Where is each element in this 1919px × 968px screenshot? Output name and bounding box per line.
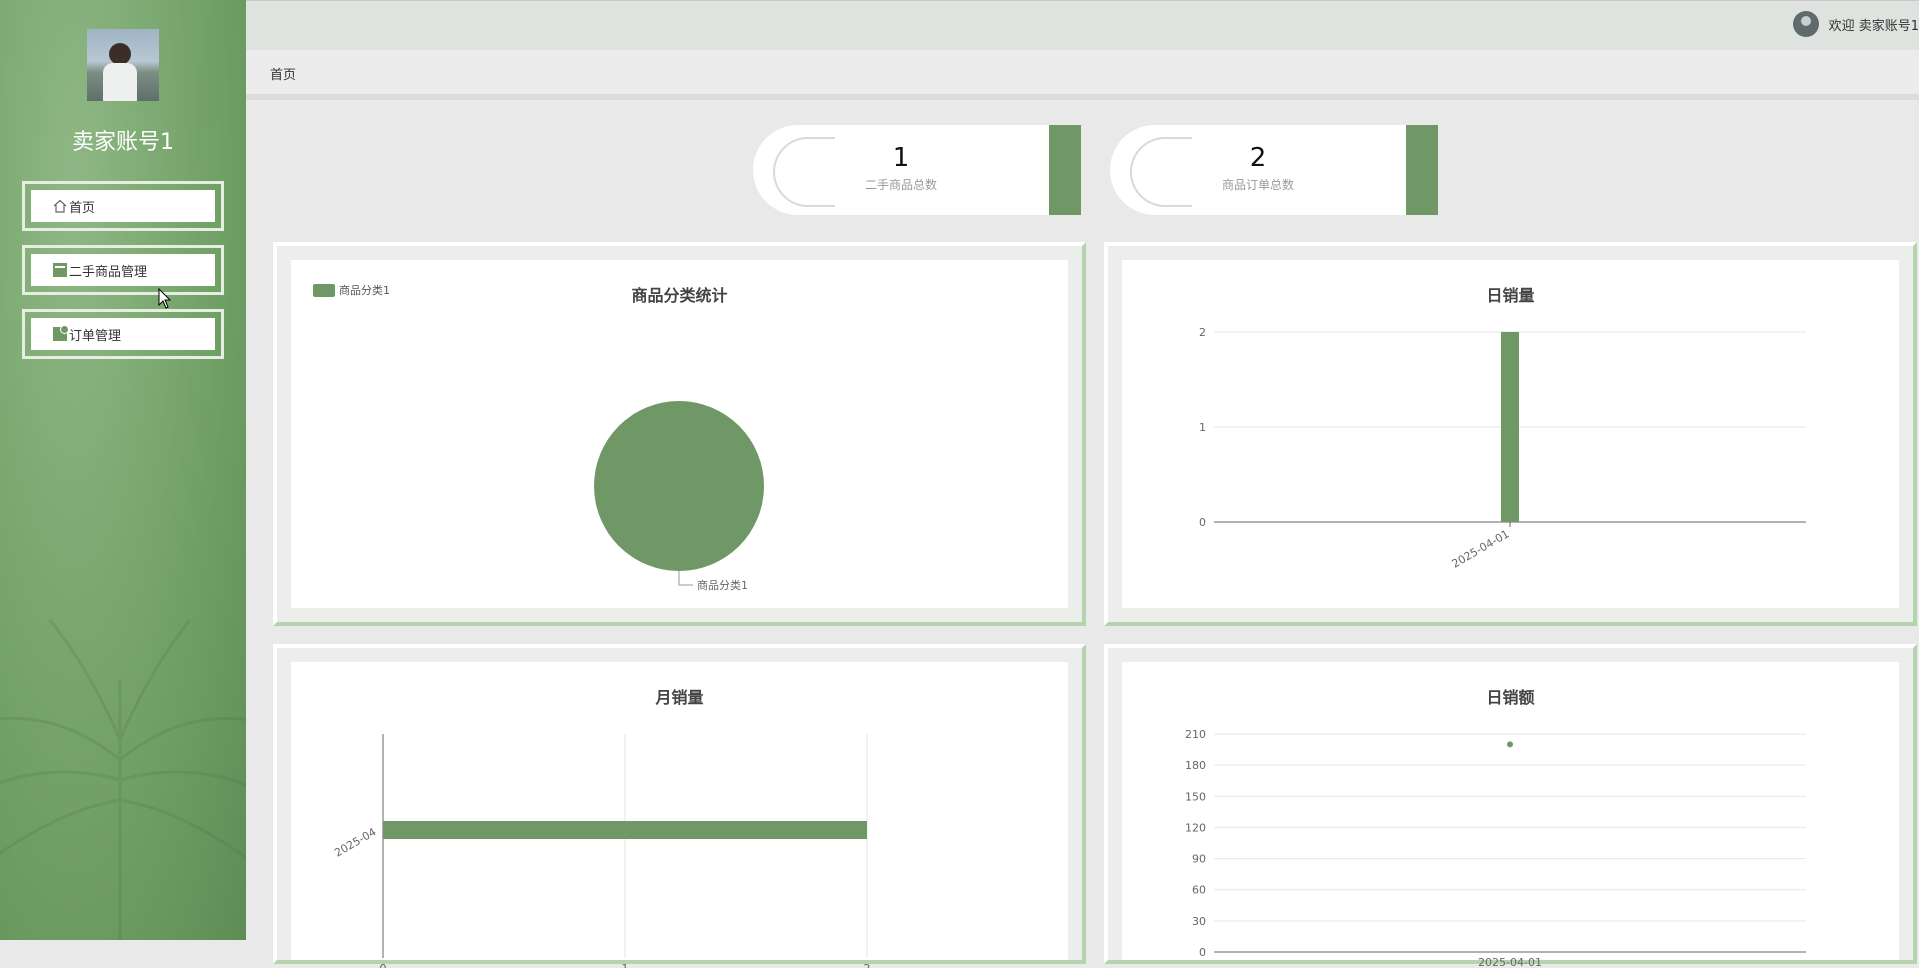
daily-revenue-chart: 0 30 60 90 120 150 180 210 2025-04-01 [1185,728,1806,968]
x-tick-label: 2025-04-01 [1450,527,1512,570]
sidebar-item-orders[interactable]: 订单管理 [22,309,224,359]
y-tick-label: 2025-04 [332,825,378,859]
sidebar-item-label: 订单管理 [69,328,122,344]
daily-sales-chart: 0 1 2 2025-04-01 [1199,326,1806,571]
y-tick-label: 30 [1192,915,1206,928]
stat-value: 1 [892,143,910,173]
welcome-text: 欢迎 卖家账号1 [1828,18,1919,34]
bar [383,821,867,839]
y-tick-label: 90 [1192,853,1206,866]
top-bar: 欢迎 卖家账号1 [246,0,1919,51]
order-icon [53,325,69,341]
avatar [87,29,159,101]
stat-label: 商品订单总数 [1221,178,1294,192]
bar [1501,332,1519,522]
y-tick-label: 60 [1192,884,1206,897]
sidebar-item-label: 二手商品管理 [69,264,148,280]
data-point [1507,741,1513,748]
breadcrumb: 首页 [246,50,1919,100]
y-tick-label: 1 [1199,421,1206,434]
y-tick-label: 0 [1199,946,1206,959]
y-tick-label: 210 [1185,728,1206,741]
x-tick-label: 2 [864,962,871,968]
x-tick-label: 2025-04-01 [1478,956,1542,968]
sidebar-item-home[interactable]: 首页 [22,181,224,231]
breadcrumb-home[interactable]: 首页 [270,64,296,83]
daily-revenue-panel: 日销额 0 30 60 90 120 150 180 210 2025-04-01 [1104,644,1917,968]
stat-value: 2 [1249,143,1267,173]
pie-label-line [678,571,693,586]
sidebar-username: 卖家账号1 [72,130,174,155]
x-tick-label: 1 [622,962,629,968]
category-pie-panel: 商品分类1 商品分类统计 商品分类1 [273,242,1086,626]
y-tick-label: 2 [1199,326,1206,339]
pie-slice-label: 商品分类1 [697,578,748,592]
sidebar-item-goods[interactable]: 二手商品管理 [22,245,224,295]
y-tick-label: 0 [1199,516,1206,529]
y-tick-label: 120 [1185,821,1206,834]
goods-icon [53,263,67,277]
monthly-sales-panel: 月销量 0122025-04 [273,644,1086,968]
x-tick-label: 0 [380,962,387,968]
sidebar-item-label: 首页 [69,200,96,216]
pie-chart: 商品分类1 [594,401,764,592]
palm-leaf-decoration [0,619,246,940]
user-menu[interactable]: 欢迎 卖家账号1 [1792,11,1919,37]
y-tick-label: 150 [1185,790,1206,803]
y-tick-label: 180 [1185,759,1206,772]
monthly-sales-chart: 0 1 2 2025-04 [332,734,871,968]
home-icon [53,199,67,213]
daily-sales-panel: 日销量 0 1 2 2025-04-01 [1104,242,1917,626]
mouse-cursor-icon [158,288,172,309]
stat-card-orders: 2 商品订单总数 [1110,125,1438,215]
stat-label: 二手商品总数 [864,178,937,192]
sidebar: 卖家账号1 首页 二手商品管理 订单管理 [0,0,246,940]
user-avatar-icon [1792,11,1819,37]
pie-slice [594,401,764,571]
stat-card-goods: 1 二手商品总数 [753,125,1081,215]
